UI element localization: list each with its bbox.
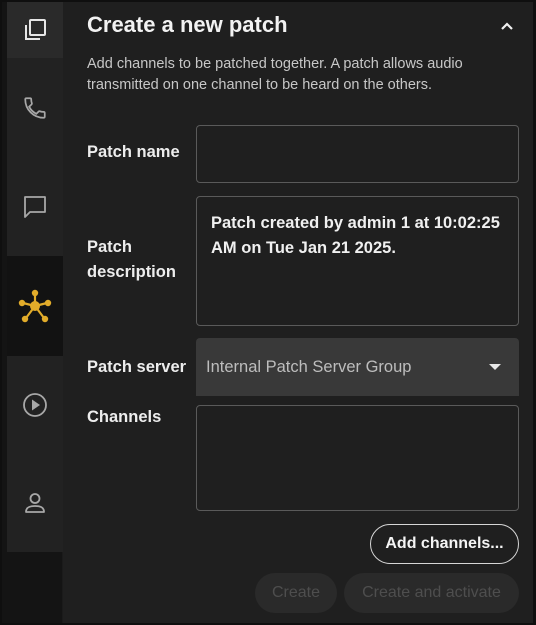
sidebar-item-phone[interactable] bbox=[7, 58, 63, 158]
patch-description-label: Patch description bbox=[87, 238, 176, 281]
patch-name-label: Patch name bbox=[87, 143, 180, 161]
patch-server-select[interactable]: Internal Patch Server Group bbox=[196, 338, 519, 396]
user-icon bbox=[25, 493, 45, 513]
create-patch-panel: Create a new patch Add channels to be pa… bbox=[63, 2, 533, 623]
chevron-up-icon bbox=[501, 22, 513, 30]
play-circle-icon bbox=[23, 393, 47, 417]
patch-server-value: Internal Patch Server Group bbox=[206, 357, 412, 376]
chat-icon bbox=[24, 196, 46, 218]
sidebar bbox=[2, 2, 63, 623]
add-channels-button[interactable]: Add channels... bbox=[370, 524, 519, 564]
channels-label: Channels bbox=[87, 408, 162, 426]
sidebar-item-playback[interactable] bbox=[7, 356, 63, 454]
panel-description: Add channels to be patched together. A p… bbox=[87, 56, 463, 93]
sidebar-item-user[interactable] bbox=[7, 454, 63, 552]
collapse-button[interactable] bbox=[495, 14, 519, 38]
panel-title: Create a new patch bbox=[87, 12, 288, 37]
create-button[interactable]: Create bbox=[255, 573, 337, 613]
sidebar-item-patch[interactable] bbox=[7, 256, 63, 356]
patch-network-icon bbox=[18, 289, 52, 323]
channels-list[interactable] bbox=[196, 405, 519, 511]
patch-server-label: Patch server bbox=[87, 358, 187, 376]
caret-down-icon bbox=[489, 364, 501, 370]
patch-description-input[interactable]: Patch created by admin 1 at 10:02:25 AM … bbox=[196, 196, 519, 326]
patch-name-input[interactable] bbox=[196, 125, 519, 183]
phone-icon bbox=[24, 97, 46, 119]
create-and-activate-button[interactable]: Create and activate bbox=[344, 573, 519, 613]
sidebar-item-chat[interactable] bbox=[7, 158, 63, 256]
copy-window-icon bbox=[25, 19, 46, 40]
sidebar-item-windows[interactable] bbox=[7, 2, 63, 58]
